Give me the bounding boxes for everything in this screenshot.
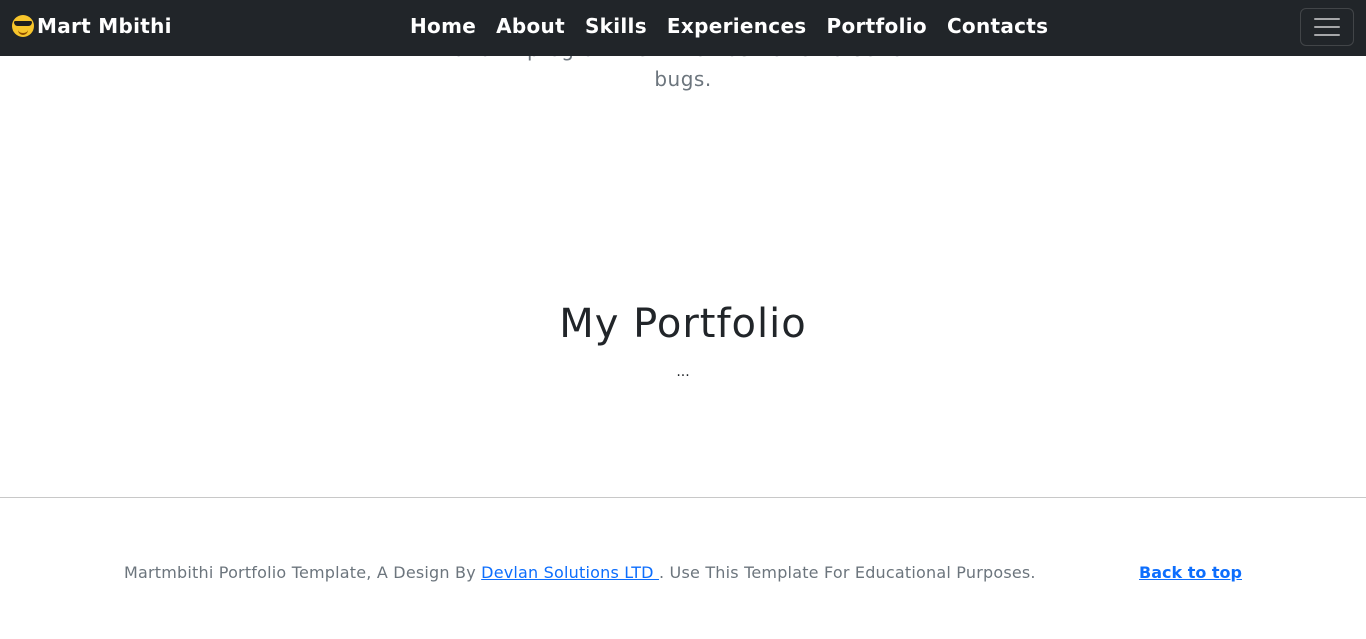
brand-name: Mart Mbithi [37, 14, 172, 38]
page: and ... programmer who has no remorse fo… [0, 0, 1366, 639]
devlan-solutions-link[interactable]: Devlan Solutions LTD [481, 563, 659, 582]
portfolio-heading: My Portfolio [559, 301, 807, 347]
nav-item-portfolio[interactable]: Portfolio [827, 14, 927, 38]
navbar: Mart Mbithi Home About Skills Experience… [0, 0, 1366, 56]
portfolio-subtitle: ... [676, 364, 690, 380]
footer-credits: Martmbithi Portfolio Template, A Design … [124, 561, 1036, 585]
brand-link[interactable]: Mart Mbithi [12, 12, 172, 40]
navbar-toggler-button[interactable] [1300, 8, 1354, 46]
hamburger-menu-icon [1314, 34, 1340, 36]
nav-item-home[interactable]: Home [410, 14, 476, 38]
nav-item-skills[interactable]: Skills [585, 14, 647, 38]
nav-item-about[interactable]: About [496, 14, 565, 38]
nav-item-contacts[interactable]: Contacts [947, 14, 1048, 38]
hamburger-menu-icon [1314, 18, 1340, 20]
back-to-top-link[interactable]: Back to top [1139, 561, 1242, 585]
footer-text-before: Martmbithi Portfolio Template, A Design … [124, 563, 482, 582]
intro-line-2: bugs. [654, 67, 712, 91]
nav-menu: Home About Skills Experiences Portfolio … [400, 11, 1058, 41]
footer-text-after: . Use This Template For Educational Purp… [658, 563, 1036, 582]
nav-item-experiences[interactable]: Experiences [667, 14, 807, 38]
footer-divider [0, 497, 1366, 498]
sunglasses-emoji-icon [12, 15, 34, 37]
hamburger-menu-icon [1314, 26, 1340, 28]
